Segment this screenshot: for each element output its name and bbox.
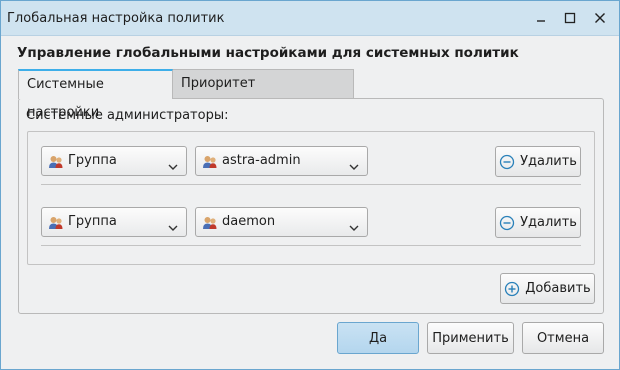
group-icon (48, 153, 64, 169)
list-item: Группа daemon Удалить (28, 207, 594, 267)
maximize-icon[interactable] (561, 9, 579, 27)
remove-button-label: Удалить (520, 215, 577, 230)
ok-button[interactable]: Да (337, 322, 419, 354)
group-icon (48, 214, 64, 230)
window-title: Глобальная настройка политик (7, 11, 225, 26)
chevron-down-icon (348, 217, 360, 245)
type-select-value: Группа (68, 214, 117, 229)
close-icon[interactable] (591, 9, 609, 27)
tab-config-priority[interactable]: Приоритет конфигурации (172, 69, 354, 119)
tab-system-settings[interactable]: Системные настройки (18, 69, 173, 120)
minus-circle-icon (499, 215, 515, 231)
chevron-down-icon (348, 156, 360, 184)
row-divider (41, 184, 581, 185)
dialog-window: Глобальная настройка политик Управление … (0, 0, 620, 370)
add-button[interactable]: Добавить (500, 273, 595, 304)
cancel-button[interactable]: Отмена (522, 322, 604, 354)
type-select[interactable]: Группа (41, 146, 187, 176)
remove-button[interactable]: Удалить (495, 207, 581, 238)
add-button-label: Добавить (525, 281, 591, 296)
group-icon (202, 214, 218, 230)
cancel-button-label: Отмена (536, 330, 590, 346)
plus-circle-icon (504, 281, 520, 297)
apply-button-label: Применить (432, 330, 509, 346)
type-select-value: Группа (68, 153, 117, 168)
apply-button[interactable]: Применить (427, 322, 514, 354)
remove-button[interactable]: Удалить (495, 146, 581, 177)
tab-label: Системные настройки (27, 77, 104, 120)
group-icon (202, 153, 218, 169)
minimize-icon[interactable] (532, 9, 550, 27)
account-select[interactable]: astra-admin (195, 146, 368, 176)
row-divider (41, 245, 581, 246)
account-select[interactable]: daemon (195, 207, 368, 237)
admins-list: Группа astra-admin Удалить Группа daemon… (27, 131, 595, 265)
ok-button-label: Да (368, 330, 388, 346)
titlebar[interactable]: Глобальная настройка политик (1, 1, 619, 36)
remove-button-label: Удалить (520, 154, 577, 169)
chevron-down-icon (167, 156, 179, 184)
dialog-heading: Управление глобальными настройками для с… (17, 45, 519, 61)
list-item: Группа astra-admin Удалить (28, 146, 594, 206)
chevron-down-icon (167, 217, 179, 245)
account-select-value: astra-admin (222, 153, 301, 168)
minus-circle-icon (499, 154, 515, 170)
account-select-value: daemon (222, 214, 276, 229)
type-select[interactable]: Группа (41, 207, 187, 237)
